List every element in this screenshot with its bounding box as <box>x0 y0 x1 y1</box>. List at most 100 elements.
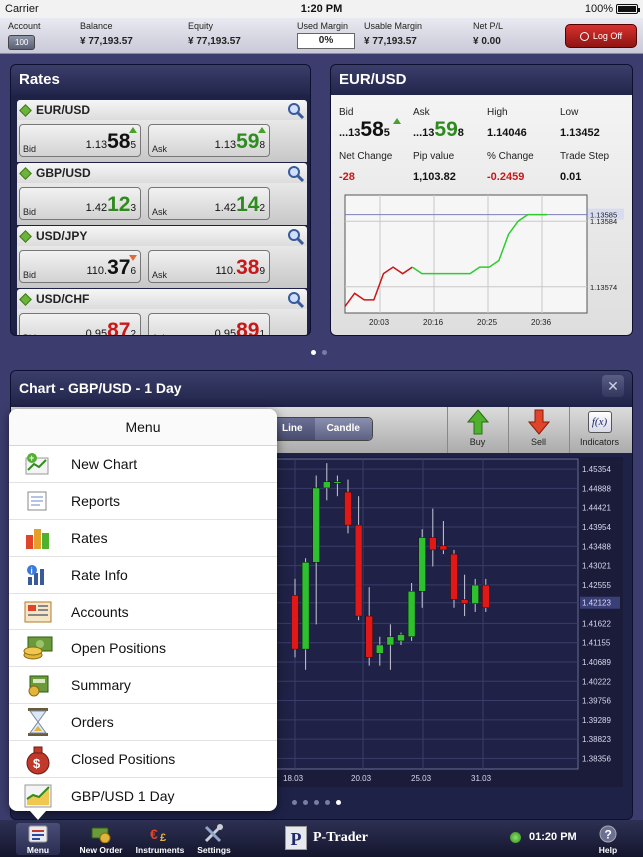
rate-row-header: EUR/USD <box>17 100 307 120</box>
candle-chart-y-tick: 1.38356 <box>582 754 611 763</box>
tab-menu[interactable]: Menu <box>16 823 60 855</box>
rate-pair-name: GBP/USD <box>36 166 91 180</box>
candle-body <box>312 487 320 563</box>
candle-body <box>429 537 437 551</box>
bid-price-fraction: 6 <box>130 266 136 277</box>
candle-chart-y-tick: 1.45354 <box>582 465 611 474</box>
menu-item-summary[interactable]: Summary <box>9 667 277 705</box>
candle-mode-button[interactable]: Candle <box>314 418 372 440</box>
magnifier-icon <box>288 166 305 183</box>
diamond-icon <box>19 103 32 117</box>
magnify-button[interactable] <box>287 228 305 246</box>
menu-item-reports[interactable]: Reports <box>9 483 277 520</box>
ask-price-fraction: 1 <box>259 329 265 336</box>
menu-item-label: Accounts <box>71 603 129 620</box>
rate-row-body: Bid 1.42123 Ask 1.42142 <box>17 183 307 225</box>
account-selector-button[interactable]: 100 <box>8 35 36 50</box>
close-chart-button[interactable]: ✕ <box>602 375 624 397</box>
menu-item-label: Orders <box>71 714 114 731</box>
menu-item-open-positions[interactable]: Open Positions <box>9 630 277 668</box>
mini-line-chart[interactable]: 20:03 20:16 20:25 20:361.135851.135841.1357… <box>337 191 627 333</box>
ask-quote-button[interactable]: Ask 0.95891 <box>148 313 270 336</box>
bid-price-prefix: 1.42 <box>85 202 108 214</box>
mini-chart-y-tick: 1.13584 <box>590 217 617 226</box>
bid-price-fraction: 2 <box>130 329 136 336</box>
tab-instruments[interactable]: € £ Instruments <box>134 823 186 855</box>
rates-panel: Rates EUR/USD Bid 1.13585 Ask 1.13598 GBP/USD… <box>10 64 311 336</box>
bid-quote-button[interactable]: Bid 1.13585 <box>19 124 141 157</box>
down-arrow-icon <box>129 255 137 261</box>
instruments-icon: € £ <box>150 826 166 843</box>
tab-new-order-label: New Order <box>79 845 123 855</box>
diamond-icon <box>19 292 32 306</box>
pip-value-label: Pip value <box>413 151 455 162</box>
candle-body <box>376 644 384 654</box>
candle-chart-y-tick: 1.44421 <box>582 504 611 513</box>
candle-body <box>301 562 310 650</box>
sell-arrow-icon <box>527 409 550 435</box>
magnify-button[interactable] <box>287 291 305 309</box>
candle-body <box>365 615 373 658</box>
magnify-button[interactable] <box>287 102 305 120</box>
ask-quote-button[interactable]: Ask 1.13598 <box>148 124 270 157</box>
bid-quote-button[interactable]: Bid 1.42123 <box>19 187 141 220</box>
bid-label: Bid <box>23 144 37 154</box>
diamond-icon <box>19 166 32 180</box>
menu-item-accounts[interactable]: Accounts <box>9 594 277 631</box>
menu-item-rate-info[interactable]: i Rate Info <box>9 557 277 594</box>
rate-row-body: Bid 110.376 Ask 110.389 <box>17 246 307 288</box>
ask-price-pips: 38 <box>236 256 260 279</box>
net-pl-label: Net P/L <box>473 21 504 31</box>
candlestick-chart[interactable]: 1.45354 1.44888 1.44421 1.43954 1.43488 1.430… <box>273 457 623 787</box>
brand-p-icon: P <box>285 826 307 850</box>
ask-quote-button[interactable]: Ask 1.42142 <box>148 187 270 220</box>
menu-item-gbp-usd-1-day[interactable]: GBP/USD 1 Day <box>9 778 277 811</box>
battery-indicator: 100% <box>585 3 640 15</box>
ask-price: 110.389 <box>215 256 265 280</box>
chart-page-indicator[interactable] <box>292 800 341 805</box>
magnify-button[interactable] <box>287 165 305 183</box>
tab-help[interactable]: ? Help <box>592 823 624 855</box>
detail-bid: Bid ...13585 <box>339 107 401 142</box>
log-off-button[interactable]: Log Off <box>565 24 637 48</box>
closed-positions-icon: $ <box>9 743 67 775</box>
menu-item-label: GBP/USD 1 Day <box>71 788 175 805</box>
indicators-button[interactable]: f(x) Indicators <box>569 407 629 453</box>
top-page-indicator[interactable] <box>311 350 327 355</box>
detail-high: High 1.14046 <box>487 107 527 139</box>
buy-arrow-icon <box>466 409 489 435</box>
log-off-label: Log Off <box>592 31 623 41</box>
candle-chart-y-tick: 1.42123 <box>582 599 611 608</box>
server-clock: 01:20 PM <box>510 831 577 843</box>
sell-button[interactable]: Sell <box>508 407 568 453</box>
pip-value-value: 1,103.82 <box>413 171 456 183</box>
ask-label: Ask <box>152 270 168 280</box>
tab-new-order[interactable]: New Order <box>78 823 124 855</box>
pct-change-label: % Change <box>487 151 534 162</box>
balance-cell: Balance ¥ 77,193.57 <box>80 21 133 47</box>
account-cell: Account 100 <box>8 21 41 50</box>
tab-settings[interactable]: Settings <box>194 823 234 855</box>
candle-body <box>323 481 331 489</box>
usable-margin-value: ¥ 77,193.57 <box>364 36 417 47</box>
bid-quote-button[interactable]: Bid 110.376 <box>19 250 141 283</box>
buy-button[interactable]: Buy <box>447 407 507 453</box>
menu-item-rates[interactable]: Rates <box>9 520 277 557</box>
bid-quote-button[interactable]: Bid 0.95872 <box>19 313 141 336</box>
tab-help-label: Help <box>598 845 618 855</box>
candle-chart-y-tick: 1.39756 <box>582 697 611 706</box>
rates-icon <box>9 525 67 551</box>
ask-quote-button[interactable]: Ask 110.389 <box>148 250 270 283</box>
menu-item-closed-positions[interactable]: $ Closed Positions <box>9 741 277 779</box>
menu-item-new-chart[interactable]: + New Chart <box>9 446 277 483</box>
tab-settings-label: Settings <box>197 845 231 855</box>
menu-item-label: Summary <box>71 677 131 694</box>
ask-price-prefix: 1.13 <box>214 139 237 151</box>
menu-item-orders[interactable]: Orders <box>9 704 277 742</box>
pair-detail-title: EUR/USD <box>331 65 632 95</box>
candle-chart-y-tick: 1.41155 <box>582 639 611 648</box>
candle-body <box>407 591 416 637</box>
buy-label: Buy <box>469 437 486 447</box>
chart-title: Chart - GBP/USD - 1 Day <box>11 371 632 405</box>
menu-item-label: New Chart <box>71 455 138 472</box>
